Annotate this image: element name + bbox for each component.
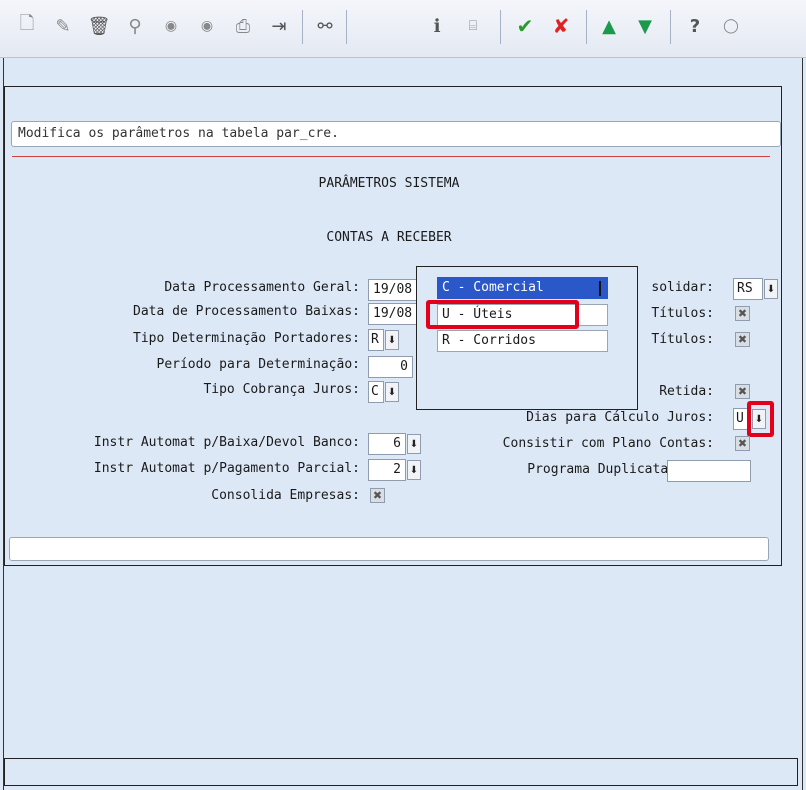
exit-icon[interactable]: ⇥ [266,12,292,40]
dropdown-popup: C - Comercial U - Úteis R - Corridos [416,266,638,410]
instr-baixa-devol-banco-select[interactable]: 6 [368,433,406,455]
consolidar-select[interactable]: RS [733,278,763,300]
info-icon[interactable]: ℹ [424,12,450,40]
label-tipo-determinacao-portadores: Tipo Determinação Portadores: [133,331,360,346]
toolbar-separator [670,10,671,44]
form-panel [4,86,782,566]
title-system: PARÂMETROS SISTEMA [318,176,460,191]
label-retida: Retida: [659,384,714,399]
label-instr-pagamento-parcial: Instr Automat p/Pagamento Parcial: [93,461,360,476]
label-consistir-plano-contas: Consistir com Plano Contas: [502,436,714,451]
toolbar-separator [302,10,303,44]
confirm-icon[interactable]: ✔ [512,12,538,40]
option-label: R - Corridos [442,333,536,348]
periodo-determinacao-input[interactable]: 0 [368,356,413,378]
consolida-empresas-checkbox[interactable]: ✖ [370,488,385,503]
next-icon[interactable]: ◉ [194,12,220,40]
data-processamento-baixas-input[interactable]: 19/08 [368,303,420,325]
toolbar-separator [586,10,587,44]
dropdown-arrow-icon[interactable]: ⬇ [385,330,399,350]
label-data-processamento-geral: Data Processamento Geral: [164,280,360,295]
dropdown-arrow-icon[interactable]: ⬇ [764,279,778,299]
label-dias-calculo-juros: Dias para Cálculo Juros: [526,410,714,425]
comment-icon[interactable]: ◯ [718,12,744,40]
option-label: C - Comercial [442,280,544,295]
previous-icon[interactable]: ◉ [158,12,184,40]
tipo-determinacao-portadores-select[interactable]: R [368,329,384,351]
data-processamento-geral-input[interactable]: 19/08 [368,279,420,301]
titulos-checkbox[interactable]: ✖ [735,332,750,347]
search-icon[interactable]: ⚲ [122,12,148,40]
programa-duplicata-input[interactable] [667,460,751,482]
toolbar-separator [500,10,501,44]
description-field: Modifica os parâmetros na tabela par_cre… [11,121,781,147]
down-icon[interactable]: ▼ [632,12,658,40]
calculator-icon[interactable]: ⌸ [460,12,486,40]
divider-line [12,156,770,157]
binoculars-icon[interactable]: ⚯ [312,12,338,40]
help-icon[interactable]: ? [682,12,708,40]
dropdown-arrow-icon[interactable]: ⬇ [407,460,421,480]
bottom-status-bar [4,758,798,786]
title-module: CONTAS A RECEBER [326,230,452,245]
cancel-icon[interactable]: ✘ [548,12,574,40]
toolbar-separator [346,10,347,44]
instr-pagamento-parcial-select[interactable]: 2 [368,459,406,481]
label-instr-baixa-devol-banco: Instr Automat p/Baixa/Devol Banco: [93,435,360,450]
tipo-cobranca-juros-select[interactable]: C [368,381,384,403]
label-periodo-determinacao: Período para Determinação: [156,357,361,372]
toolbar: 🗋 ✎ 🗑 ⚲ ◉ ◉ ⎙ ⇥ ⚯ ℹ ⌸ ✔ ✘ ▲ ▼ ? ◯ [0,0,806,58]
option-corridos[interactable]: R - Corridos [437,330,608,352]
label-titulos: Títulos: [651,306,714,321]
new-icon[interactable]: 🗋 [14,12,40,40]
label-data-processamento-baixas: Data de Processamento Baixas: [133,304,360,319]
titulos-checkbox[interactable]: ✖ [735,306,750,321]
label-consolidar: solidar: [651,280,714,295]
edit-icon[interactable]: ✎ [50,12,76,40]
option-comercial[interactable]: C - Comercial [437,277,608,299]
highlight-dias-dropdown [747,401,774,437]
dropdown-arrow-icon[interactable]: ⬇ [407,434,421,454]
delete-icon[interactable]: 🗑 [86,12,112,40]
up-icon[interactable]: ▲ [596,12,622,40]
label-programa-duplicata: Programa Duplicata: [527,462,676,477]
label-titulos: Títulos: [651,332,714,347]
message-bar [9,537,769,561]
print-icon[interactable]: ⎙ [230,12,256,40]
retida-checkbox[interactable]: ✖ [735,384,750,399]
consistir-plano-contas-checkbox[interactable]: ✖ [735,436,750,451]
text-cursor [599,281,601,296]
highlight-option-uteis [426,300,579,329]
dropdown-arrow-icon[interactable]: ⬇ [385,382,399,402]
label-consolida-empresas: Consolida Empresas: [211,488,360,503]
label-tipo-cobranca-juros: Tipo Cobrança Juros: [203,382,360,397]
